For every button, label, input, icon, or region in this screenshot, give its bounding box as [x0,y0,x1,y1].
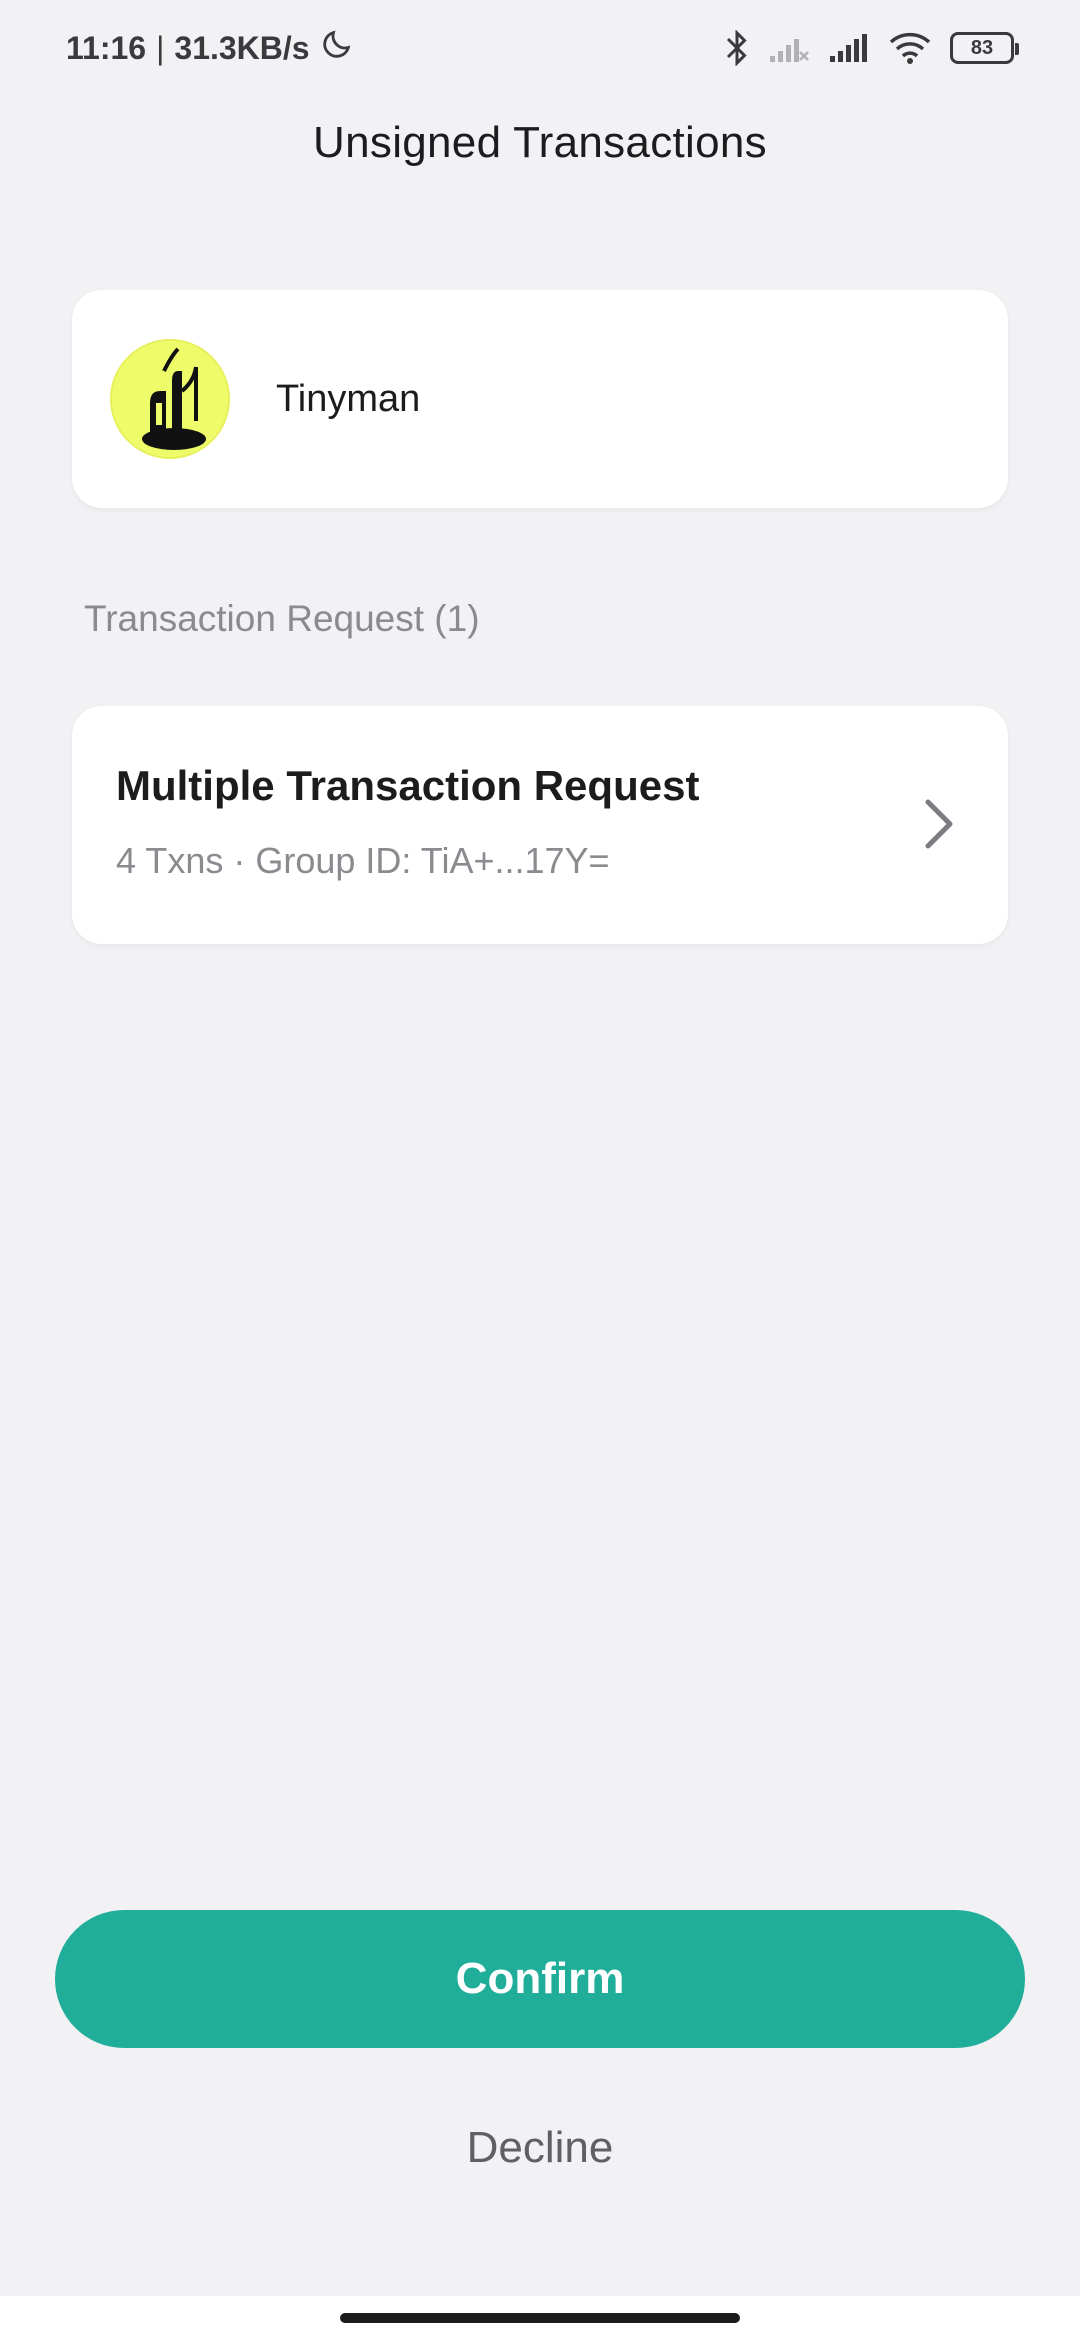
bluetooth-icon [724,30,750,66]
signal-x-icon [768,32,810,64]
chevron-right-icon [912,796,968,852]
decline-button[interactable]: Decline [340,2112,740,2184]
status-left: 11:16 | 31.3KB/s [66,27,354,69]
confirm-button[interactable]: Confirm [55,1910,1025,2048]
dapp-card: Tinyman [72,290,1008,508]
page-title: Unsigned Transactions [313,118,767,167]
home-indicator[interactable] [340,2313,740,2323]
moon-icon [320,27,354,69]
transaction-subtitle: 4 Txns · Group ID: TiA+...17Y= [116,840,610,881]
status-time: 11:16 [66,29,147,66]
status-separator: | [156,29,165,66]
section-label: Transaction Request (1) [84,598,480,639]
dapp-name: Tinyman [276,377,421,420]
status-right: 83 [724,30,1019,66]
wifi-icon [888,31,932,65]
network-speed: 31.3KB/s [174,29,310,66]
screen: 11:16 | 31.3KB/s 83 Unsigned Transaction… [0,0,1080,2340]
battery-level: 83 [970,36,994,59]
battery-icon: 83 [950,32,1019,64]
tinyman-logo [110,339,230,459]
status-bar: 11:16 | 31.3KB/s 83 [0,0,1080,96]
transaction-request-card[interactable]: Multiple Transaction Request 4 Txns · Gr… [72,706,1008,944]
signal-icon [828,32,870,64]
transaction-title: Multiple Transaction Request [116,762,700,809]
